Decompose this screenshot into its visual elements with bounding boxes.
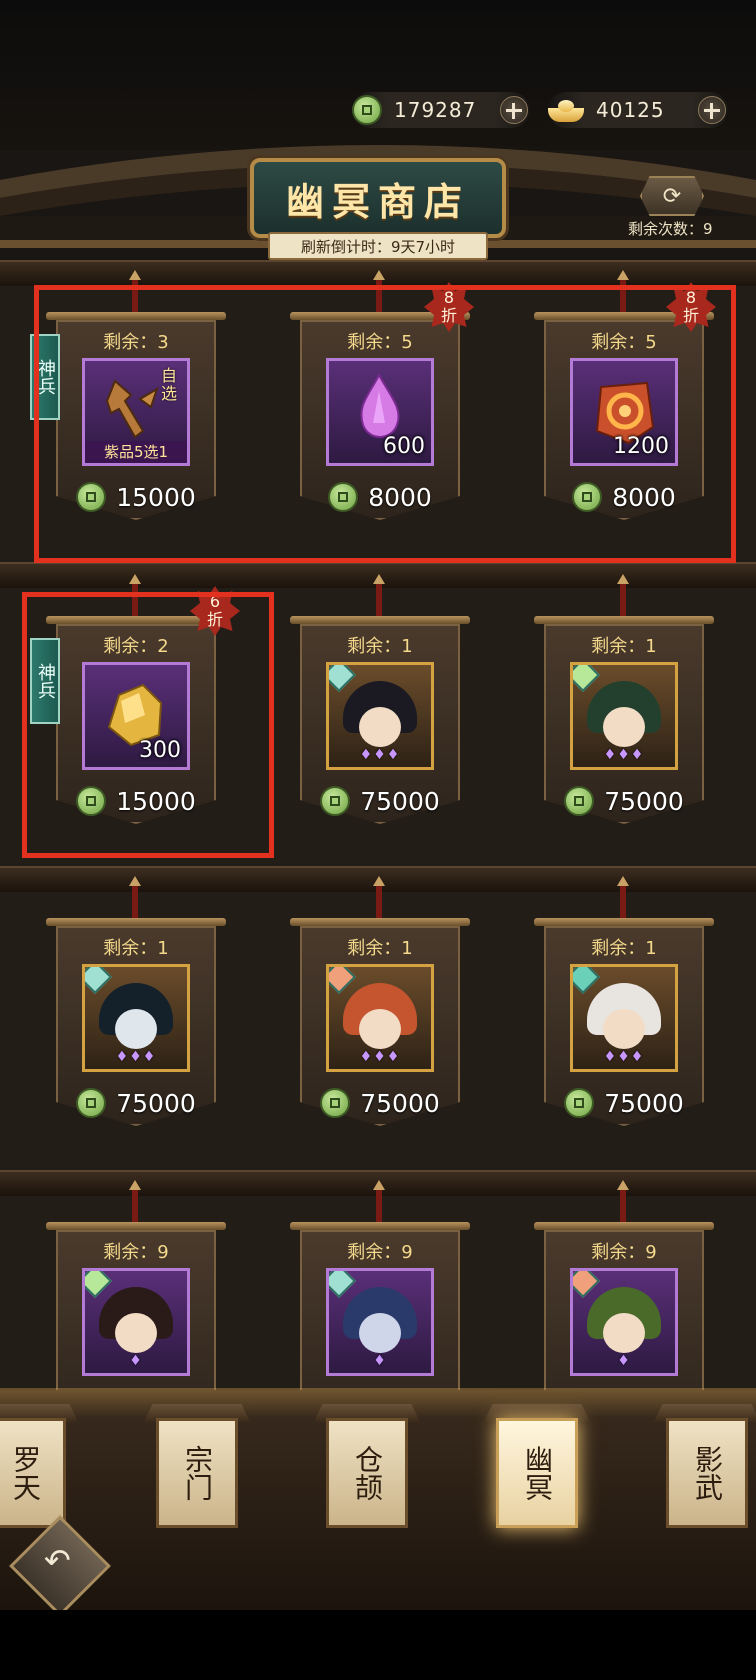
tab-luotian[interactable]: 罗天 (0, 1418, 66, 1528)
remaining-count: 剩余：1 (347, 636, 413, 657)
footer-bar (0, 1610, 756, 1680)
jade-amount: 179287 (394, 98, 477, 122)
jade-coin-icon (320, 786, 351, 816)
price-row: 75000 (296, 784, 464, 818)
tab-label: 影武 (691, 1445, 724, 1501)
card-rail (46, 1222, 226, 1230)
highlight-box-row1 (34, 285, 736, 563)
card-rail (534, 1222, 714, 1230)
hero-portrait-icon: ♦ (570, 1268, 678, 1376)
remaining-count: 剩余：1 (591, 636, 657, 657)
shop-item-card[interactable]: 剩余：1 ♦♦♦ 75000 (534, 880, 714, 1128)
gold-ingot-icon (548, 98, 584, 122)
hero-portrait-icon: ♦♦♦ (570, 662, 678, 770)
tab-label: 宗门 (181, 1445, 214, 1501)
card-rail (290, 1222, 470, 1230)
element-icon (573, 665, 600, 692)
remaining-count: 剩余：9 (347, 1242, 413, 1263)
tab-label: 罗天 (9, 1445, 42, 1501)
remaining-count: 剩余：1 (103, 938, 169, 959)
back-arrow-icon: ↶ (44, 1541, 71, 1580)
element-icon (573, 967, 600, 994)
jade-coin-icon (76, 1088, 107, 1118)
price-row: 75000 (540, 1086, 708, 1120)
hero-portrait-icon: ♦ (326, 1268, 434, 1376)
shop-title-plate: 幽冥商店 (250, 158, 506, 238)
rank-stars-icon: ♦♦♦ (359, 1049, 401, 1065)
shop-item-card[interactable]: 剩余：1 ♦♦♦ 75000 (46, 880, 226, 1128)
refresh-remaining: 剩余次数：9 (628, 220, 713, 238)
shop-title: 幽冥商店 (285, 178, 470, 224)
refresh-button[interactable]: ⟳ (640, 176, 704, 216)
jade-coin-icon (564, 1088, 595, 1118)
hero-portrait-icon: ♦♦♦ (570, 964, 678, 1072)
card-rail (290, 918, 470, 926)
tab-zongmen[interactable]: 宗门 (156, 1418, 238, 1528)
card-rail (290, 616, 470, 624)
tab-label: 仓颉 (351, 1445, 384, 1501)
price-row: 75000 (296, 1086, 464, 1120)
jade-coin-icon (320, 1088, 351, 1118)
jade-coin-icon (564, 786, 595, 816)
item-price: 75000 (360, 1088, 440, 1118)
tab-cangjie[interactable]: 仓颉 (326, 1418, 408, 1528)
rank-stars-icon: ♦♦♦ (359, 747, 401, 763)
element-icon (329, 1271, 356, 1298)
rank-stars-icon: ♦♦♦ (603, 747, 645, 763)
element-icon (573, 1271, 600, 1298)
item-price: 75000 (604, 1088, 684, 1118)
hero-portrait-icon: ♦ (82, 1268, 190, 1376)
item-price: 75000 (604, 786, 684, 816)
card-rail (46, 918, 226, 926)
card-rail (534, 616, 714, 624)
remaining-count: 剩余：9 (103, 1242, 169, 1263)
remaining-count: 剩余：1 (347, 938, 413, 959)
rank-stars-icon: ♦♦♦ (115, 1049, 157, 1065)
rank-stars-icon: ♦ (129, 1353, 143, 1369)
card-rail (534, 918, 714, 926)
item-price: 75000 (360, 786, 440, 816)
rank-stars-icon: ♦ (617, 1353, 631, 1369)
shop-item-card[interactable]: 剩余：1 ♦♦♦ 75000 (290, 578, 470, 826)
hero-portrait-icon: ♦♦♦ (82, 964, 190, 1072)
tab-youming[interactable]: 幽冥 (496, 1418, 578, 1528)
hero-portrait-icon: ♦♦♦ (326, 662, 434, 770)
refresh-countdown: 刷新倒计时：9天7小时 (268, 232, 488, 260)
rank-stars-icon: ♦ (373, 1353, 387, 1369)
price-row: 75000 (540, 784, 708, 818)
item-price: 75000 (116, 1088, 196, 1118)
element-icon (85, 967, 112, 994)
gold-amount: 40125 (596, 98, 665, 122)
shop-item-card[interactable]: 剩余：1 ♦♦♦ 75000 (290, 880, 470, 1128)
price-row: 75000 (52, 1086, 220, 1120)
refresh-icon: ⟳ (662, 183, 682, 209)
tab-yingwu[interactable]: 影武 (666, 1418, 748, 1528)
remaining-count: 剩余：9 (591, 1242, 657, 1263)
remaining-count: 剩余：1 (591, 938, 657, 959)
rank-stars-icon: ♦♦♦ (603, 1049, 645, 1065)
tab-label: 幽冥 (521, 1445, 554, 1501)
shop-item-card[interactable]: 剩余：1 ♦♦♦ 75000 (534, 578, 714, 826)
highlight-box-item4 (22, 592, 274, 858)
element-icon (329, 967, 356, 994)
element-icon (85, 1271, 112, 1298)
element-icon (329, 665, 356, 692)
hero-portrait-icon: ♦♦♦ (326, 964, 434, 1072)
